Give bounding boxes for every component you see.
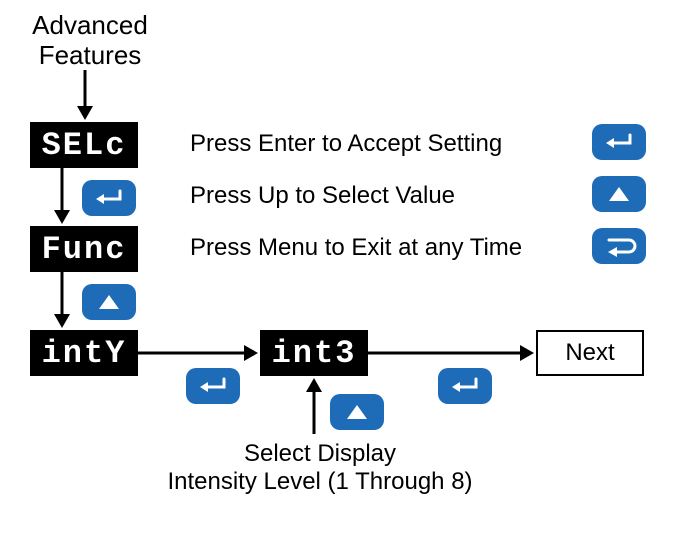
arrow-right-icon: [138, 343, 260, 363]
arrow-down-icon: [75, 70, 95, 122]
legend-up-text: Press Up to Select Value: [190, 182, 455, 210]
next-label: Next: [565, 339, 614, 367]
lcd-func-text: Func: [42, 231, 127, 268]
up-icon: [345, 402, 369, 422]
enter-icon: [196, 375, 230, 397]
menu-icon: [601, 234, 637, 258]
lcd-selc-text: SELc: [42, 127, 127, 164]
header-line2: Features: [39, 40, 142, 70]
arrow-down-icon: [52, 272, 72, 330]
up-icon: [607, 184, 631, 204]
caption-line2: Intensity Level (1 Through 8): [167, 468, 472, 495]
arrow-up-icon: [304, 376, 324, 436]
enter-icon: [448, 375, 482, 397]
arrow-right-icon: [368, 343, 536, 363]
caption-select-display: Select Display Intensity Level (1 Throug…: [160, 440, 480, 496]
menu-button[interactable]: [592, 228, 646, 264]
lcd-inty: intY: [30, 330, 138, 376]
up-icon: [97, 292, 121, 312]
up-button[interactable]: [592, 176, 646, 212]
up-button[interactable]: [82, 284, 136, 320]
lcd-int3: int3: [260, 330, 368, 376]
legend-enter-text: Press Enter to Accept Setting: [190, 130, 502, 158]
lcd-inty-text: intY: [42, 335, 127, 372]
caption-line1: Select Display: [244, 440, 396, 467]
enter-icon: [602, 131, 636, 153]
header-advanced-features: Advanced Features: [20, 10, 160, 70]
header-line1: Advanced: [32, 10, 148, 40]
enter-button[interactable]: [82, 180, 136, 216]
enter-button[interactable]: [186, 368, 240, 404]
lcd-int3-text: int3: [272, 335, 357, 372]
enter-button[interactable]: [592, 124, 646, 160]
lcd-selc: SELc: [30, 122, 138, 168]
enter-button[interactable]: [438, 368, 492, 404]
lcd-func: Func: [30, 226, 138, 272]
next-box: Next: [536, 330, 644, 376]
enter-icon: [92, 187, 126, 209]
legend-menu-text: Press Menu to Exit at any Time: [190, 234, 522, 262]
arrow-down-icon: [52, 168, 72, 226]
up-button[interactable]: [330, 394, 384, 430]
